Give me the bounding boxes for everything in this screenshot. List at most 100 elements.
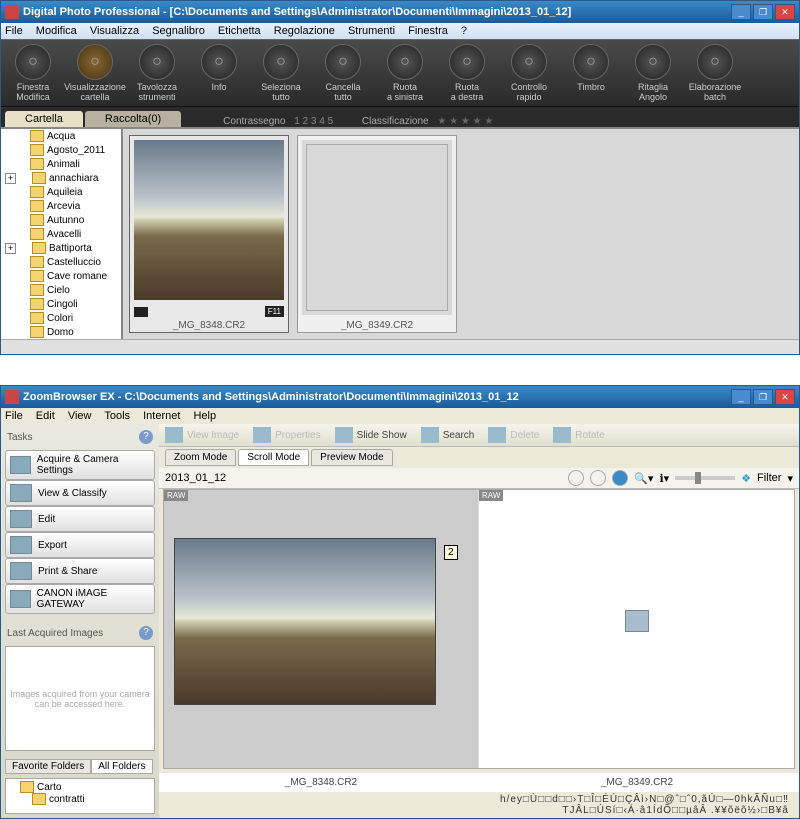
tool-stamp-icon[interactable]: ○Timbro bbox=[565, 44, 617, 102]
help-icon[interactable]: ? bbox=[139, 626, 153, 640]
zb-content[interactable]: RAW RAW 2 bbox=[163, 489, 795, 769]
menu-help[interactable]: ? bbox=[461, 25, 467, 37]
menu-edit[interactable]: Edit bbox=[36, 410, 55, 422]
tool-rotate-left-icon[interactable]: ○Ruotaa sinistra bbox=[379, 44, 431, 102]
tool-palette-icon[interactable]: ○Tavolozzastrumenti bbox=[131, 44, 183, 102]
menu-regolazione[interactable]: Regolazione bbox=[274, 25, 335, 37]
task-export[interactable]: Export bbox=[5, 532, 155, 558]
expand-icon[interactable]: + bbox=[5, 243, 16, 254]
folder-tree[interactable]: AcquaAgosto_2011Animali+annachiaraAquile… bbox=[1, 129, 123, 339]
tool-quick-check-icon[interactable]: ○Controllorapido bbox=[503, 44, 555, 102]
menu-file[interactable]: File bbox=[5, 25, 23, 37]
tool-folder-view-icon[interactable]: ○Visualizzazionecartella bbox=[69, 44, 121, 102]
close-button[interactable]: ✕ bbox=[775, 4, 795, 20]
horizontal-scrollbar[interactable] bbox=[1, 339, 799, 354]
menu-etichetta[interactable]: Etichetta bbox=[218, 25, 261, 37]
menu-finestra[interactable]: Finestra bbox=[408, 25, 448, 37]
minimize-button[interactable]: _ bbox=[731, 4, 751, 20]
info-toggle-icon[interactable]: ℹ▾ bbox=[659, 472, 669, 485]
menu-segnalibro[interactable]: Segnalibro bbox=[152, 25, 205, 37]
menu-internet[interactable]: Internet bbox=[143, 410, 180, 422]
zb-titlebar[interactable]: ZoomBrowser EX - C:\Documents and Settin… bbox=[1, 386, 799, 408]
folder-icon bbox=[30, 214, 44, 226]
folder-contratti[interactable]: contratti bbox=[49, 794, 85, 805]
folder-avacelli[interactable]: Avacelli bbox=[1, 227, 121, 241]
tab-zoom-mode[interactable]: Zoom Mode bbox=[165, 449, 236, 466]
tab-cartella[interactable]: Cartella bbox=[5, 111, 83, 127]
picture-placeholder-icon bbox=[625, 610, 649, 632]
zb-window: ZoomBrowser EX - C:\Documents and Settin… bbox=[0, 385, 800, 819]
folder-animali[interactable]: Animali bbox=[1, 157, 121, 171]
menu-strumenti[interactable]: Strumenti bbox=[348, 25, 395, 37]
task-print-share[interactable]: Print & Share bbox=[5, 558, 155, 584]
preview-overlay[interactable] bbox=[174, 538, 436, 705]
maximize-button[interactable]: ❐ bbox=[753, 4, 773, 20]
tool-rotate-right-icon[interactable]: ○Ruotaa destra bbox=[441, 44, 493, 102]
menu-file[interactable]: File bbox=[5, 410, 23, 422]
filter-dropdown-icon[interactable]: ▾ bbox=[787, 472, 793, 485]
expand-icon[interactable]: + bbox=[5, 173, 16, 184]
tool-search[interactable]: Search bbox=[421, 427, 475, 443]
zoom-icon[interactable]: 🔍▾ bbox=[634, 472, 653, 485]
menu-help[interactable]: Help bbox=[193, 410, 216, 422]
folder-colori[interactable]: Colori bbox=[1, 311, 121, 325]
task-edit[interactable]: Edit bbox=[5, 506, 155, 532]
folder-cingoli[interactable]: Cingoli bbox=[1, 297, 121, 311]
folder-cielo[interactable]: Cielo bbox=[1, 283, 121, 297]
thumbnail-1[interactable]: F11 _MG_8348.CR2 bbox=[129, 135, 289, 333]
tool-select-all-icon[interactable]: ○Selezionatutto bbox=[255, 44, 307, 102]
minimize-button[interactable]: _ bbox=[731, 389, 751, 405]
menu-visualizza[interactable]: Visualizza bbox=[90, 25, 139, 37]
folder-cave-romane[interactable]: Cave romane bbox=[1, 269, 121, 283]
window-buttons: _ ❐ ✕ bbox=[731, 389, 795, 405]
maximize-button[interactable]: ❐ bbox=[753, 389, 773, 405]
folder-carto[interactable]: Carto bbox=[37, 782, 61, 793]
menu-modifica[interactable]: Modifica bbox=[36, 25, 77, 37]
close-button[interactable]: ✕ bbox=[775, 389, 795, 405]
tool-edit-window-icon[interactable]: ○FinestraModifica bbox=[7, 44, 59, 102]
filter-icon[interactable]: ❖ bbox=[741, 472, 751, 485]
folder-domo[interactable]: Domo bbox=[1, 325, 121, 339]
zb-menubar: File Edit View Tools Internet Help bbox=[1, 408, 799, 424]
tab-scroll-mode[interactable]: Scroll Mode bbox=[238, 449, 309, 466]
thumbnail-2[interactable]: _MG_8349.CR2 bbox=[297, 135, 457, 333]
folder-icon bbox=[30, 270, 44, 282]
help-icon[interactable]: ? bbox=[139, 430, 153, 444]
refresh-icon[interactable] bbox=[612, 470, 628, 486]
tool-info-icon[interactable]: ○Info bbox=[193, 44, 245, 102]
dpp-menubar: File Modifica Visualizza Segnalibro Etic… bbox=[1, 23, 799, 39]
folder-annachiara[interactable]: +annachiara bbox=[1, 171, 121, 185]
folder-castelluccio[interactable]: Castelluccio bbox=[1, 255, 121, 269]
tool-slideshow[interactable]: Slide Show bbox=[335, 427, 407, 443]
menu-tools[interactable]: Tools bbox=[104, 410, 130, 422]
filter-label[interactable]: Filter bbox=[757, 472, 781, 484]
dpp-titlebar[interactable]: Digital Photo Professional - [C:\Documen… bbox=[1, 1, 799, 23]
tool-crop-icon[interactable]: ○RitagliaAngolo bbox=[627, 44, 679, 102]
tool-batch-icon[interactable]: ○Elaborazionebatch bbox=[689, 44, 741, 102]
menu-view[interactable]: View bbox=[68, 410, 92, 422]
grid-cell-2[interactable]: RAW bbox=[479, 490, 794, 768]
folder-arcevia[interactable]: Arcevia bbox=[1, 199, 121, 213]
tab-raccolta[interactable]: Raccolta(0) bbox=[85, 111, 181, 127]
tab-all-folders[interactable]: All Folders bbox=[91, 759, 152, 774]
edit-window-icon: ○ bbox=[15, 44, 51, 80]
folder-battiporta[interactable]: +Battiporta bbox=[1, 241, 121, 255]
folder-autunno[interactable]: Autunno bbox=[1, 213, 121, 227]
tool-clear-all-icon[interactable]: ○Cancellatutto bbox=[317, 44, 369, 102]
tab-preview-mode[interactable]: Preview Mode bbox=[311, 449, 392, 466]
tab-favorite-folders[interactable]: Favorite Folders bbox=[5, 759, 91, 774]
folder-acqua[interactable]: Acqua bbox=[1, 129, 121, 143]
task-view-classify[interactable]: View & Classify bbox=[5, 480, 155, 506]
zoom-slider[interactable] bbox=[675, 476, 735, 480]
contrassegno-nums[interactable]: 1 2 3 4 5 bbox=[294, 116, 333, 127]
folder-agosto_2011[interactable]: Agosto_2011 bbox=[1, 143, 121, 157]
classificazione-stars[interactable]: ★ ★ ★ ★ ★ bbox=[437, 116, 493, 127]
task-canon-image-gateway[interactable]: CANON iMAGE GATEWAY bbox=[5, 584, 155, 614]
nav-next-icon[interactable] bbox=[590, 470, 606, 486]
folder-aquileia[interactable]: Aquileia bbox=[1, 185, 121, 199]
task-icon bbox=[10, 456, 31, 474]
task-acquire-camera-settings[interactable]: Acquire & Camera Settings bbox=[5, 450, 155, 480]
tab-extras: Contrassegno 1 2 3 4 5 Classificazione ★… bbox=[223, 116, 499, 127]
zb-folder-tree[interactable]: Carto contratti bbox=[5, 778, 155, 814]
nav-prev-icon[interactable] bbox=[568, 470, 584, 486]
